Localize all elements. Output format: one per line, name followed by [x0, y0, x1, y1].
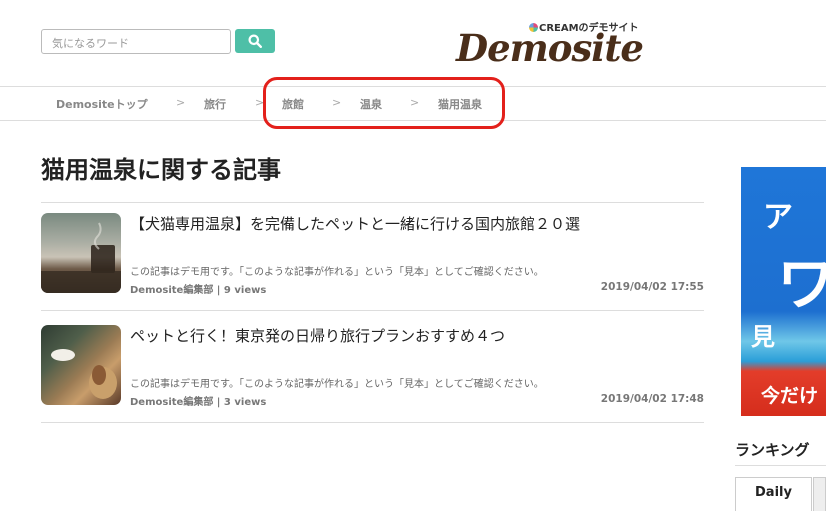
ranking-heading: ランキング	[735, 441, 810, 459]
breadcrumb-item-top[interactable]: Demositeトップ	[56, 96, 148, 112]
article-description: この記事はデモ用です。「このような記事が作れる」という「見本」としてご確認くださ…	[130, 379, 544, 390]
article-title[interactable]: 【犬猫専用温泉】を完備したペットと一緒に行ける国内旅館２０選	[130, 213, 580, 234]
article-meta: Demosite編集部 | 3 views	[130, 397, 267, 408]
sidebar-ad-banner[interactable]: ア ワ 見 今だけ	[741, 167, 826, 416]
dog-photo-icon	[51, 349, 117, 399]
teacup-icon	[41, 222, 121, 293]
banner-text: ワ	[777, 250, 826, 318]
article-thumbnail[interactable]	[41, 213, 121, 293]
article-date: 2019/04/02 17:55	[600, 281, 704, 293]
tab-weekly[interactable]	[813, 477, 826, 511]
article-thumbnail[interactable]	[41, 325, 121, 405]
logo-text: Demosite	[456, 26, 644, 70]
search-placeholder: 気になるワード	[52, 37, 129, 50]
article-description: この記事はデモ用です。「このような記事が作れる」という「見本」としてご確認くださ…	[130, 267, 544, 278]
banner-text: 今だけ	[761, 385, 819, 407]
breadcrumb-separator: >	[176, 96, 186, 109]
article-date: 2019/04/02 17:48	[600, 393, 704, 405]
search-icon	[248, 34, 262, 48]
breadcrumb-highlight-box	[263, 77, 505, 129]
divider	[735, 465, 826, 466]
search-button[interactable]	[235, 29, 275, 53]
banner-text: 見	[751, 323, 775, 351]
divider	[41, 422, 704, 423]
banner-text: ア	[763, 200, 793, 235]
search-input[interactable]: 気になるワード	[41, 29, 231, 54]
article-meta: Demosite編集部 | 9 views	[130, 285, 267, 296]
site-logo[interactable]: CREAMのデモサイト Demosite	[456, 14, 646, 72]
divider	[41, 310, 704, 311]
tab-daily[interactable]: Daily	[735, 477, 812, 511]
page-title: 猫用温泉に関する記事	[41, 156, 281, 184]
article-title[interactable]: ペットと行く！東京発の日帰り旅行プランおすすめ４つ	[130, 325, 505, 346]
divider	[41, 202, 704, 203]
breadcrumb-item-travel[interactable]: 旅行	[204, 96, 226, 112]
